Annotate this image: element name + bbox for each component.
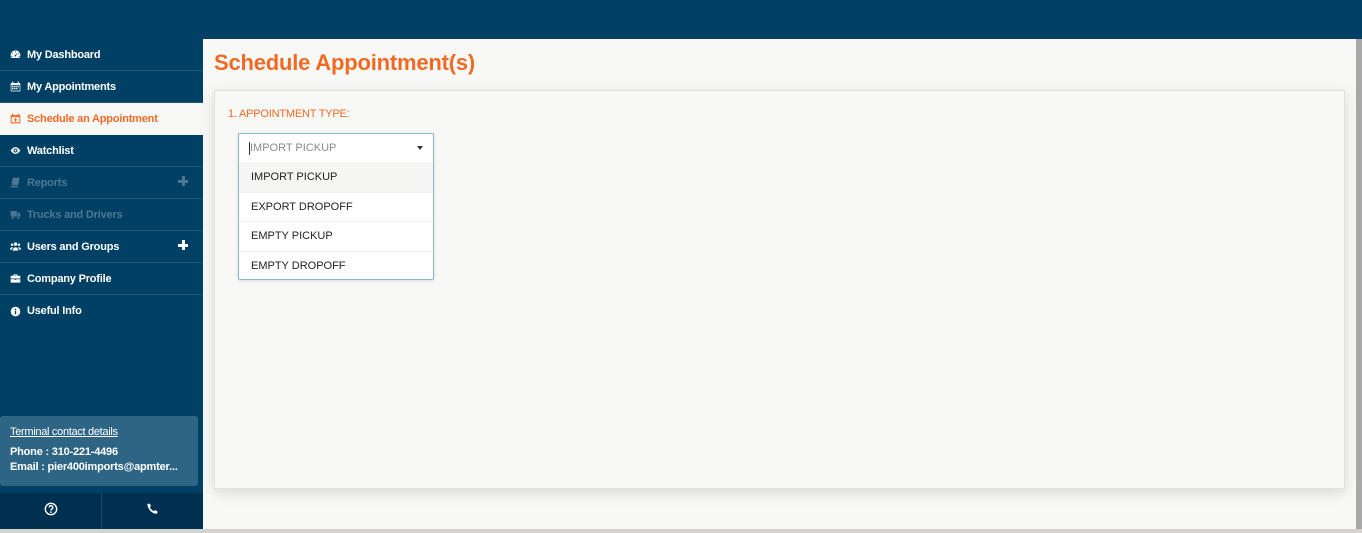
sidebar-item-my-dashboard[interactable]: My Dashboard <box>0 39 203 71</box>
sidebar-bottom-bar <box>0 493 203 529</box>
select-placeholder: IMPORT PICKUP <box>250 142 337 154</box>
eye-icon <box>9 145 21 157</box>
call-button[interactable] <box>102 493 203 529</box>
text-cursor <box>249 142 250 155</box>
terminal-contact-box: Terminal contact details Phone : 310-221… <box>0 416 198 486</box>
sidebar-item-label: My Appointments <box>27 80 116 93</box>
sidebar-item-users-and-groups[interactable]: Users and Groups <box>0 231 203 263</box>
sidebar-item-my-appointments[interactable]: My Appointments <box>0 71 203 103</box>
phone-icon <box>146 502 160 521</box>
sidebar-item-schedule-appointment[interactable]: Schedule an Appointment <box>0 103 203 135</box>
sidebar-nav: My Dashboard My Appointments Schedule an… <box>0 39 203 529</box>
sidebar-item-reports[interactable]: Reports <box>0 167 203 199</box>
top-header-bar <box>0 0 1362 39</box>
sidebar-item-label: Useful Info <box>27 305 82 317</box>
terminal-email: Email : pier400imports@apmter... <box>10 461 178 473</box>
appointment-form-panel: 1. APPOINTMENT TYPE: IMPORT PICKUP IMPOR… <box>214 90 1345 489</box>
appointment-type-label: 1. APPOINTMENT TYPE: <box>228 108 350 120</box>
terminal-phone: Phone : 310-221-4496 <box>10 446 118 458</box>
dashboard-icon <box>9 49 21 61</box>
main-content: Schedule Appointment(s) 1. APPOINTMENT T… <box>203 39 1356 529</box>
sidebar-item-label: Users and Groups <box>27 240 120 253</box>
page-title: Schedule Appointment(s) <box>214 50 476 75</box>
sidebar-item-company-profile[interactable]: Company Profile <box>0 263 203 295</box>
dropdown-option[interactable]: IMPORT PICKUP <box>239 162 433 192</box>
dropdown-option[interactable]: EXPORT DROPOFF <box>239 191 433 222</box>
truck-icon <box>9 209 21 221</box>
sidebar-item-label: Reports <box>27 176 68 189</box>
users-icon <box>9 241 21 253</box>
sidebar-item-label: Company Profile <box>27 272 112 285</box>
bottom-strip <box>0 529 1362 533</box>
sidebar-item-label: Schedule an Appointment <box>27 112 158 125</box>
page-scrollbar[interactable] <box>1356 39 1362 529</box>
book-icon <box>9 177 21 189</box>
dropdown-option[interactable]: EMPTY DROPOFF <box>239 250 433 281</box>
dropdown-arrow-icon[interactable] <box>417 146 423 150</box>
terminal-contact-link[interactable]: Terminal contact details <box>10 426 188 438</box>
calendar-icon <box>9 81 21 93</box>
sidebar-item-label: Watchlist <box>27 144 74 157</box>
expand-plus-icon[interactable] <box>178 240 188 250</box>
help-button[interactable] <box>0 493 102 529</box>
help-icon <box>44 502 58 521</box>
appointment-type-input[interactable]: IMPORT PICKUP <box>239 134 433 162</box>
calendar-plus-icon <box>9 113 21 125</box>
info-icon <box>9 305 21 317</box>
sidebar-item-label: Trucks and Drivers <box>27 208 123 221</box>
sidebar-item-watchlist[interactable]: Watchlist <box>0 135 203 167</box>
appointment-type-select[interactable]: IMPORT PICKUP IMPORT PICKUP EXPORT DROPO… <box>238 133 434 280</box>
sidebar-item-useful-info[interactable]: Useful Info <box>0 295 203 327</box>
briefcase-icon <box>9 273 21 285</box>
sidebar-item-label: My Dashboard <box>27 48 101 61</box>
expand-plus-icon[interactable] <box>178 176 188 186</box>
sidebar-item-trucks-and-drivers[interactable]: Trucks and Drivers <box>0 199 203 231</box>
dropdown-option[interactable]: EMPTY PICKUP <box>239 221 433 251</box>
